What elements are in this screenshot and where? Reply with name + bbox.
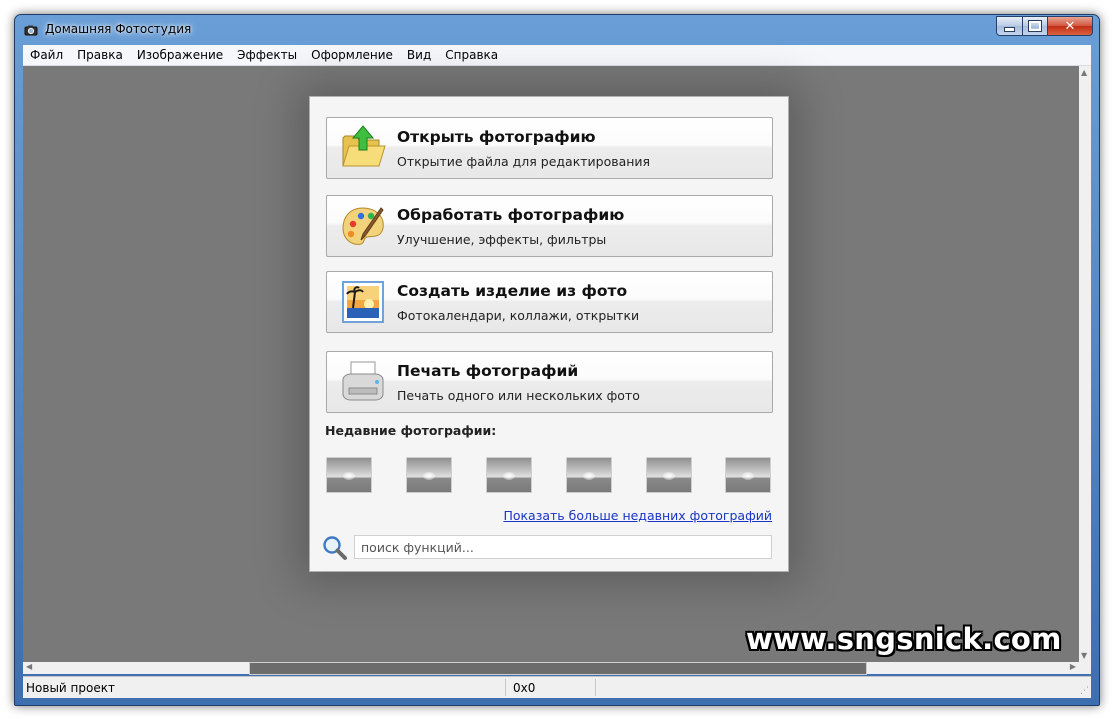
function-search-input[interactable] xyxy=(354,535,772,559)
vertical-scrollbar[interactable]: ▲ ▼ xyxy=(1079,66,1091,662)
window-title: Домашняя Фотостудия xyxy=(45,22,192,36)
minimize-icon xyxy=(1004,27,1015,32)
recent-photo-thumb[interactable] xyxy=(566,457,612,493)
window-controls: ✕ xyxy=(996,16,1093,36)
action-title: Создать изделие из фото xyxy=(397,282,628,300)
status-divider xyxy=(595,679,596,696)
action-subtitle: Фотокалендари, коллажи, открытки xyxy=(397,308,640,323)
menu-effects[interactable]: Эффекты xyxy=(230,48,304,62)
resize-grip-icon[interactable]: ⋰ xyxy=(1080,686,1089,696)
status-bar: Новый проект 0x0 ⋰ xyxy=(23,676,1091,698)
open-photo-button[interactable]: Открыть фотографию Открытие файла для ре… xyxy=(326,117,773,179)
scroll-right-icon[interactable]: ▶ xyxy=(1070,662,1076,671)
recent-photo-thumb[interactable] xyxy=(486,457,532,493)
action-title: Печать фотографий xyxy=(397,362,579,380)
close-button[interactable]: ✕ xyxy=(1047,16,1093,36)
recent-photos-label: Недавние фотографии: xyxy=(325,423,497,438)
menu-edit[interactable]: Правка xyxy=(70,48,130,62)
show-more-recent-link[interactable]: Показать больше недавних фотографий xyxy=(503,508,772,523)
start-dialog: Открыть фотографию Открытие файла для ре… xyxy=(309,96,789,572)
horizontal-scroll-thumb[interactable] xyxy=(249,662,867,685)
horizontal-scrollbar[interactable]: ◀ ▶ xyxy=(23,662,1079,685)
action-subtitle: Улучшение, эффекты, фильтры xyxy=(397,232,607,247)
title-bar[interactable]: Домашняя Фотостудия ✕ xyxy=(15,15,1099,45)
recent-photo-thumb[interactable] xyxy=(725,457,771,493)
watermark-text: www.sngsnick.com xyxy=(746,622,1062,656)
scrollbar-corner xyxy=(1079,662,1091,674)
folder-open-icon xyxy=(342,125,386,167)
scroll-left-icon[interactable]: ◀ xyxy=(26,662,32,671)
maximize-icon xyxy=(1028,20,1042,32)
menu-file[interactable]: Файл xyxy=(23,48,70,62)
edit-photo-button[interactable]: Обработать фотографию Улучшение, эффекты… xyxy=(326,195,773,257)
action-title: Обработать фотографию xyxy=(397,206,625,224)
action-subtitle: Открытие файла для редактирования xyxy=(397,154,651,169)
close-icon: ✕ xyxy=(1064,18,1076,34)
action-title: Открыть фотографию xyxy=(397,128,596,146)
search-icon xyxy=(323,536,347,560)
recent-photo-thumb[interactable] xyxy=(406,457,452,493)
status-coords: 0x0 xyxy=(513,681,536,695)
app-window: Домашняя Фотостудия ✕ Файл Правка Изобра… xyxy=(14,14,1100,706)
print-photos-button[interactable]: Печать фотографий Печать одного или неск… xyxy=(326,351,773,413)
camera-icon xyxy=(24,25,38,36)
recent-photo-thumb[interactable] xyxy=(326,457,372,493)
scroll-down-icon[interactable]: ▼ xyxy=(1081,651,1087,660)
menu-bar: Файл Правка Изображение Эффекты Оформлен… xyxy=(23,45,1091,66)
action-subtitle: Печать одного или нескольких фото xyxy=(397,388,640,403)
menu-help[interactable]: Справка xyxy=(438,48,505,62)
scroll-up-icon[interactable]: ▲ xyxy=(1081,68,1087,77)
create-product-button[interactable]: Создать изделие из фото Фотокалендари, к… xyxy=(326,271,773,333)
palette-icon xyxy=(342,207,384,245)
maximize-button[interactable] xyxy=(1022,16,1048,36)
recent-photo-thumb[interactable] xyxy=(646,457,692,493)
menu-view[interactable]: Вид xyxy=(400,48,438,62)
photo-icon xyxy=(342,281,384,323)
status-divider xyxy=(505,679,506,696)
printer-icon xyxy=(342,361,384,401)
status-project: Новый проект xyxy=(26,681,115,695)
minimize-button[interactable] xyxy=(996,16,1023,36)
menu-design[interactable]: Оформление xyxy=(304,48,400,62)
menu-image[interactable]: Изображение xyxy=(130,48,230,62)
